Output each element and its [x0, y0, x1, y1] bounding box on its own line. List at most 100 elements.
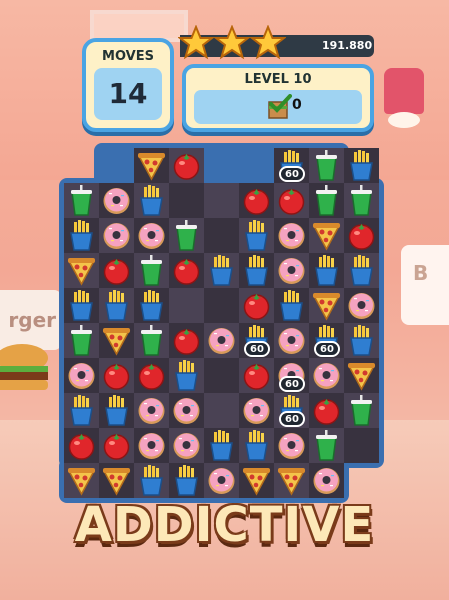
board-cell[interactable]	[309, 428, 344, 463]
board-cell[interactable]	[134, 183, 169, 218]
board-cell[interactable]	[309, 288, 344, 323]
board-cell[interactable]	[64, 358, 99, 393]
fries-icon	[210, 255, 233, 286]
fries-icon	[210, 430, 233, 461]
fries-icon	[245, 255, 268, 286]
board-cell[interactable]	[239, 183, 274, 218]
board-cell[interactable]	[204, 463, 239, 498]
board-cell[interactable]	[169, 393, 204, 428]
donut-icon	[103, 188, 130, 214]
board-cell[interactable]	[134, 393, 169, 428]
board-cell[interactable]	[169, 253, 204, 288]
board-cell[interactable]	[344, 393, 379, 428]
board-cell[interactable]	[169, 323, 204, 358]
pizza-icon	[102, 328, 131, 356]
board-cell[interactable]	[99, 288, 134, 323]
board-cell[interactable]	[99, 393, 134, 428]
board-cell[interactable]	[309, 148, 344, 183]
board-cell[interactable]	[239, 358, 274, 393]
board-cell[interactable]	[134, 323, 169, 358]
board-cell[interactable]	[309, 218, 344, 253]
board-cell[interactable]	[204, 428, 239, 463]
fries-icon	[350, 150, 373, 181]
board-cell[interactable]	[64, 183, 99, 218]
board-cell[interactable]	[134, 428, 169, 463]
board-cell[interactable]	[64, 428, 99, 463]
board-cell[interactable]	[274, 288, 309, 323]
board-cell[interactable]	[134, 218, 169, 253]
board-cell[interactable]	[99, 218, 134, 253]
board-cell[interactable]	[344, 428, 379, 463]
board-cell[interactable]	[239, 253, 274, 288]
moves-counter: 14	[94, 68, 162, 120]
board-cell[interactable]	[239, 288, 274, 323]
board-cell[interactable]	[309, 463, 344, 498]
board-cell[interactable]	[274, 253, 309, 288]
board-cell[interactable]	[274, 183, 309, 218]
board-cell[interactable]	[64, 218, 99, 253]
points-badge: 60	[279, 166, 305, 182]
goal-counter: 0	[292, 97, 302, 113]
board-cell[interactable]	[134, 148, 169, 183]
board-cell[interactable]	[274, 463, 309, 498]
board-cell[interactable]	[134, 358, 169, 393]
board-cell[interactable]	[169, 463, 204, 498]
board-cell[interactable]	[99, 253, 134, 288]
board-cell[interactable]	[344, 183, 379, 218]
board-cell[interactable]	[204, 288, 239, 323]
board-cell[interactable]	[64, 253, 99, 288]
crate-checkmark-icon	[268, 94, 292, 119]
board-cell[interactable]	[344, 218, 379, 253]
board-cell[interactable]	[99, 428, 134, 463]
board-cell[interactable]	[204, 253, 239, 288]
board-cell[interactable]	[274, 323, 309, 358]
board-cell[interactable]	[134, 288, 169, 323]
board-cell[interactable]	[344, 358, 379, 393]
board-cell[interactable]	[239, 463, 274, 498]
board-cell[interactable]	[204, 218, 239, 253]
board-cell[interactable]	[274, 218, 309, 253]
fries-icon	[350, 325, 373, 356]
board-cell[interactable]	[344, 253, 379, 288]
board-cell[interactable]	[99, 463, 134, 498]
pizza-icon	[137, 153, 166, 181]
board-cell[interactable]	[309, 393, 344, 428]
board-cell[interactable]	[64, 323, 99, 358]
board-cell[interactable]	[204, 393, 239, 428]
soda-icon	[71, 185, 92, 216]
board-cell[interactable]	[64, 393, 99, 428]
board-cell[interactable]	[169, 358, 204, 393]
board-cell[interactable]	[134, 253, 169, 288]
board-cell[interactable]	[344, 288, 379, 323]
board-cell[interactable]	[274, 428, 309, 463]
board-cell[interactable]	[99, 358, 134, 393]
soda-icon	[351, 185, 372, 216]
board-cell[interactable]	[204, 358, 239, 393]
tomato-icon	[103, 364, 130, 390]
board-cell[interactable]	[309, 183, 344, 218]
board-cell[interactable]	[99, 183, 134, 218]
board-cell[interactable]	[344, 323, 379, 358]
board-cell[interactable]	[309, 358, 344, 393]
board-cell[interactable]	[64, 288, 99, 323]
board-cell[interactable]	[169, 218, 204, 253]
tomato-icon	[278, 189, 305, 215]
board-cell[interactable]	[239, 218, 274, 253]
board-cell[interactable]	[204, 183, 239, 218]
donut-icon	[173, 433, 200, 459]
board-cell[interactable]	[169, 183, 204, 218]
board-cell[interactable]	[134, 463, 169, 498]
board-cell[interactable]	[99, 323, 134, 358]
board-cell[interactable]	[169, 148, 204, 183]
fries-icon	[280, 290, 303, 321]
fries-icon	[245, 220, 268, 251]
board-cell[interactable]	[204, 323, 239, 358]
tomato-icon	[313, 399, 340, 425]
board-cell[interactable]	[64, 463, 99, 498]
board-cell[interactable]	[239, 428, 274, 463]
board-cell[interactable]	[309, 253, 344, 288]
board-cell[interactable]	[344, 148, 379, 183]
board-cell[interactable]	[239, 393, 274, 428]
board-cell[interactable]	[169, 288, 204, 323]
board-cell[interactable]	[169, 428, 204, 463]
